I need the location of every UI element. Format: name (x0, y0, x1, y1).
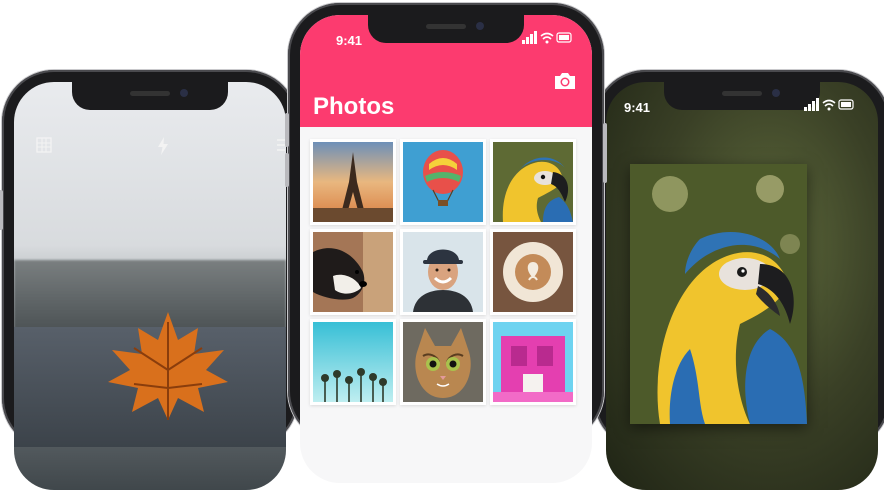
power-button (603, 123, 607, 183)
notch (368, 15, 524, 43)
photo-palm-trees[interactable] (310, 319, 396, 405)
autumn-leaf (108, 312, 228, 420)
notch (72, 82, 228, 110)
page-title: Photos (313, 93, 395, 120)
photo-parrot[interactable] (490, 139, 576, 225)
notch (664, 82, 820, 110)
detail-phone: 9:41 (594, 70, 884, 490)
detail-screen: 9:41 (606, 82, 878, 490)
photos-screen: Photos 9:41 (300, 15, 592, 483)
camera-viewfinder (14, 82, 286, 490)
status-icons (804, 98, 854, 111)
camera-icon[interactable] (552, 70, 578, 92)
photo-cat[interactable] (400, 319, 486, 405)
photo-smiling-man[interactable] (400, 229, 486, 315)
status-time: 9:41 (624, 100, 651, 115)
photo-hot-air-balloon[interactable] (400, 139, 486, 225)
photo-pink-building[interactable] (490, 319, 576, 405)
photos-phone: Photos 9:41 (285, 3, 607, 483)
status-time: 9:41 (336, 33, 363, 48)
grid-icon[interactable] (36, 137, 52, 158)
volume-down-button (285, 153, 289, 187)
photo-latte-art[interactable] (490, 229, 576, 315)
volume-button (0, 190, 3, 230)
flash-icon[interactable] (157, 137, 169, 160)
camera-phone (0, 70, 298, 490)
photo-eiffel-tower[interactable] (310, 139, 396, 225)
status-icons (522, 31, 572, 44)
detail-photo[interactable] (630, 164, 807, 424)
volume-up-button (285, 113, 289, 147)
photo-dog[interactable] (310, 229, 396, 315)
